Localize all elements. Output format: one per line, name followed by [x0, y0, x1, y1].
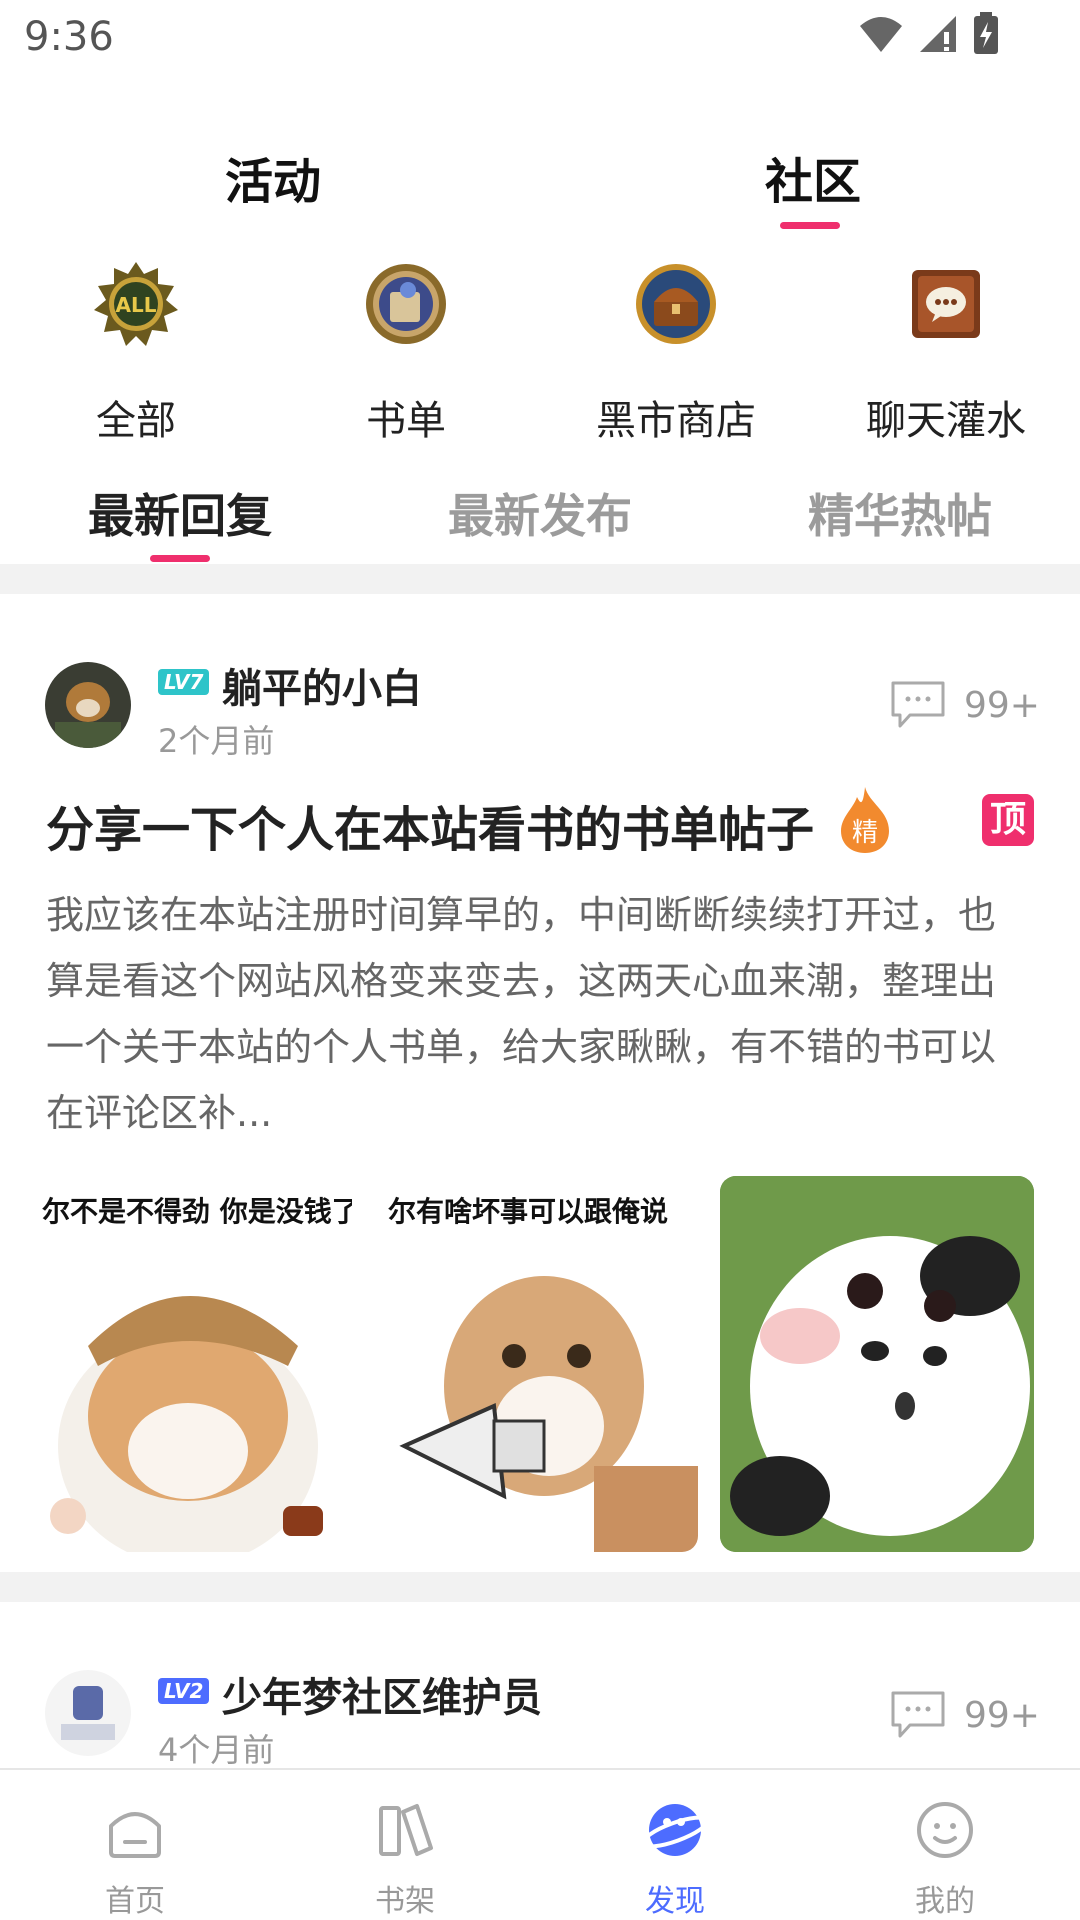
comment-count-value: 99+	[964, 1694, 1040, 1736]
category-label: 黑市商店	[596, 398, 756, 444]
treasure-chest-icon	[636, 264, 716, 344]
nav-label: 我的	[915, 1884, 975, 1919]
comment-count[interactable]: 99+	[890, 680, 1040, 730]
username[interactable]: 少年梦社区维护员	[222, 1665, 542, 1723]
all-badge-icon: ALL	[94, 262, 178, 346]
subtab-latest-post[interactable]: 最新发布	[448, 480, 632, 546]
svg-text:精: 精	[852, 818, 878, 848]
svg-text:ALL: ALL	[116, 293, 157, 317]
avatar[interactable]	[45, 1670, 131, 1756]
category-book-list[interactable]: 书单	[306, 262, 506, 446]
status-icons	[858, 12, 1000, 56]
username[interactable]: 躺平的小白	[222, 656, 422, 714]
nav-profile[interactable]: 我的	[865, 1798, 1025, 1920]
comment-count-value: 99+	[964, 684, 1040, 726]
cellular-signal-icon	[920, 16, 956, 52]
post-time: 2个月前	[158, 722, 275, 760]
wifi-icon	[860, 17, 902, 52]
nav-home[interactable]: 首页	[55, 1798, 215, 1920]
avatar-image	[45, 1670, 131, 1756]
level-badge: LV2	[158, 1678, 210, 1704]
sub-tabs: 最新回复 最新发布 精华热帖	[0, 470, 1080, 562]
nav-label: 首页	[105, 1884, 165, 1919]
nav-label: 发现	[645, 1884, 705, 1919]
active-subtab-indicator	[150, 555, 210, 562]
image-caption: 尔不是不得劲 你是没钱了	[42, 1195, 352, 1228]
active-tab-indicator	[780, 222, 840, 229]
post-image[interactable]	[720, 1176, 1034, 1552]
post-excerpt[interactable]: 我应该在本站注册时间算早的，中间断断续续打开过，也算是看这个网站风格变来变去，这…	[46, 882, 1026, 1146]
discover-planet-icon	[640, 1804, 710, 1856]
chat-icon	[912, 270, 980, 338]
nav-label: 书架	[375, 1884, 435, 1919]
bookshelf-icon	[379, 1804, 433, 1856]
profile-smile-icon	[917, 1802, 973, 1858]
flame-icon: 精	[841, 787, 889, 853]
category-label: 书单	[366, 398, 446, 444]
post-time: 4个月前	[158, 1731, 275, 1769]
bottom-nav: 首页 书架 发现 我的	[0, 1768, 1080, 1920]
comment-count[interactable]: 99+	[890, 1690, 1040, 1740]
post-title[interactable]: 分享一下个人在本站看书的书单帖子	[46, 790, 814, 860]
tab-activity[interactable]: 活动	[225, 142, 321, 212]
pinned-badge: 顶	[982, 794, 1034, 846]
comment-icon	[891, 1691, 945, 1738]
category-label: 全部	[96, 398, 176, 444]
avatar-image	[45, 662, 131, 748]
section-divider	[0, 1572, 1080, 1602]
section-divider	[0, 564, 1080, 594]
avatar[interactable]	[45, 662, 131, 748]
image-caption: 尔有啥坏事可以跟俺说	[388, 1195, 669, 1228]
post-image[interactable]: 尔有啥坏事可以跟俺说	[384, 1176, 698, 1552]
post-image[interactable]: 尔不是不得劲 你是没钱了	[38, 1176, 352, 1552]
category-chat[interactable]: 聊天灌水	[846, 262, 1046, 446]
category-label: 聊天灌水	[866, 398, 1026, 444]
top-tabs: 活动 社区	[0, 130, 1080, 230]
cartoon-cow-image	[720, 1176, 1034, 1552]
subtab-featured[interactable]: 精华热帖	[808, 480, 992, 546]
level-badge: LV7	[158, 669, 210, 695]
category-row: ALL 全部 书单 黑市商店 聊天灌水	[0, 262, 1080, 444]
status-bar: 9:36	[0, 0, 1080, 72]
category-all[interactable]: ALL 全部	[36, 262, 236, 446]
battery-charging-icon	[974, 12, 998, 54]
nav-bookshelf[interactable]: 书架	[325, 1798, 485, 1920]
comment-icon	[891, 681, 945, 728]
featured-flame-badge: 精	[835, 785, 895, 855]
home-icon	[109, 1812, 161, 1858]
tab-community[interactable]: 社区	[765, 142, 861, 212]
subtab-latest-reply[interactable]: 最新回复	[88, 480, 272, 546]
cat-megaphone-image	[384, 1176, 698, 1552]
cat-detective-image	[38, 1176, 352, 1552]
status-time: 9:36	[24, 14, 114, 60]
nav-discover[interactable]: 发现	[595, 1798, 755, 1920]
category-black-market[interactable]: 黑市商店	[576, 262, 776, 446]
book-list-icon	[366, 264, 446, 344]
